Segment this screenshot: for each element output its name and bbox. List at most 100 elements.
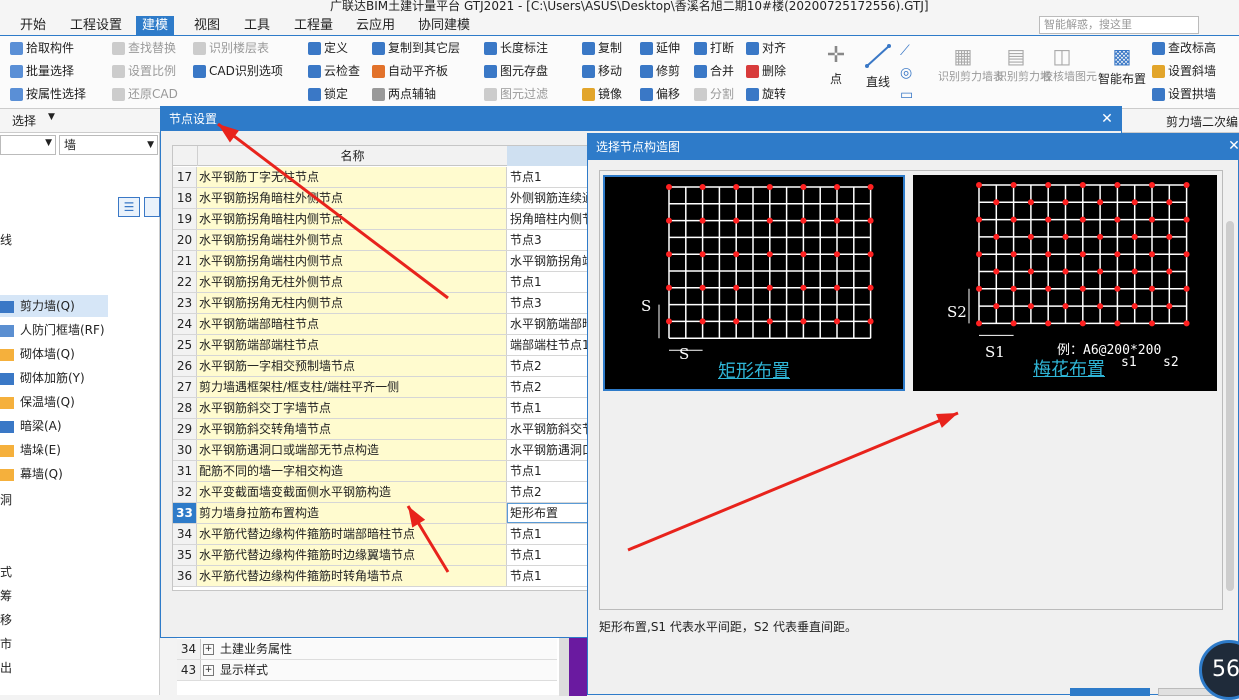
cloud-check-button[interactable]: 云检查 [308, 61, 360, 81]
tree-view-icon[interactable] [144, 197, 160, 217]
tree-item-wall-pier[interactable]: 墙垛(E) [0, 439, 61, 461]
node-value-cell[interactable]: 节点2 [507, 356, 591, 376]
align-button[interactable]: 对齐 [746, 38, 786, 58]
set-arch-wall-button[interactable]: 设置拱墙 [1152, 84, 1216, 104]
point-tool[interactable]: ✛ 点 [826, 42, 846, 87]
tree-item-civil-defense-wall[interactable]: 人防门框墙(RF) [0, 319, 105, 341]
mirror-button[interactable]: 镜像 [582, 84, 622, 104]
two-point-axis-button[interactable]: 两点辅轴 [372, 84, 436, 104]
lock-button[interactable]: 锁定 [308, 84, 348, 104]
define-button[interactable]: 定义 [308, 38, 348, 58]
plum-layout-option[interactable]: S2 S1 例：A6@200*200 s1 s2 梅花布置 [913, 175, 1217, 391]
tree-item-misc-4[interactable]: 出 [0, 657, 12, 679]
tree-item-masonry-rebar[interactable]: 砌体加筋(Y) [0, 367, 85, 389]
save-element-button[interactable]: 图元存盘 [484, 61, 548, 81]
table-row[interactable]: 34 水平筋代替边缘构件箍筋时端部暗柱节点 节点1 [173, 524, 591, 545]
select-by-attr-button[interactable]: 按属性选择 [10, 84, 86, 104]
move-button[interactable]: 移动 [582, 61, 622, 81]
table-row[interactable]: 26 水平钢筋一字相交预制墙节点 节点2 [173, 356, 591, 377]
tree-item-misc-3[interactable]: 市 [0, 633, 12, 655]
table-row[interactable]: 43 + 显示样式 [177, 660, 557, 681]
tree-item-hole[interactable]: 洞 [0, 489, 12, 511]
tree-item-misc-1[interactable]: 筹 [0, 585, 12, 607]
tab-modeling[interactable]: 建模 [136, 16, 175, 36]
expand-icon[interactable]: + [203, 665, 214, 676]
tree-item-misc-2[interactable]: 移 [0, 609, 12, 631]
find-replace-button[interactable]: 查找替换 [112, 38, 176, 58]
tab-tools[interactable]: 工具 [238, 16, 276, 36]
node-value-cell[interactable]: 节点1 [507, 461, 591, 481]
table-row[interactable]: 24水平钢筋端部暗柱节点水平钢筋端部暗柱 [173, 314, 591, 335]
tab-quantity[interactable]: 工程量 [288, 16, 339, 36]
table-row[interactable]: 31 配筋不同的墙一字相交构造 节点1 [173, 461, 591, 482]
identify-floor-table-button[interactable]: 识别楼层表 [193, 38, 269, 58]
node-value-cell[interactable]: 拐角暗柱内侧节点 [507, 209, 591, 229]
line-tool[interactable]: 直线 [862, 42, 894, 90]
tree-item-curtain-wall[interactable]: 幕墙(Q) [0, 463, 63, 485]
table-row[interactable]: 17 水平钢筋丁字无柱节点 节点1 [173, 167, 591, 188]
table-row[interactable]: 32 水平变截面墙变截面侧水平钢筋构造 节点2 [173, 482, 591, 503]
tree-item-insulation-wall[interactable]: 保温墙(Q) [0, 391, 75, 413]
node-value-cell[interactable]: 矩形布置 [507, 503, 591, 523]
table-row[interactable]: 20 水平钢筋拐角端柱外侧节点 节点3 [173, 230, 591, 251]
scrollbar[interactable] [1226, 221, 1234, 591]
tab-cloud[interactable]: 云应用 [350, 16, 401, 36]
rotate-button[interactable]: 旋转 [746, 84, 786, 104]
copy-to-floor-button[interactable]: 复制到其它层 [372, 38, 460, 58]
chevron-down-icon[interactable]: ▼ [48, 112, 55, 122]
restore-cad-button[interactable]: 还原CAD [112, 84, 178, 104]
batch-select-button[interactable]: 批量选择 [10, 61, 74, 81]
node-value-cell[interactable]: 节点1 [507, 167, 591, 187]
table-row[interactable]: 18水平钢筋拐角暗柱外侧节点外侧钢筋连续通过 [173, 188, 591, 209]
tree-item-masonry-wall[interactable]: 砌体墙(Q) [0, 343, 75, 365]
delete-button[interactable]: 删除 [746, 61, 786, 81]
set-scale-button[interactable]: 设置比例 [112, 61, 176, 81]
table-row[interactable]: 23 水平钢筋拐角无柱内侧节点 节点3 [173, 293, 591, 314]
table-row[interactable]: 36 水平筋代替边缘构件箍筋时转角墙节点 节点1 [173, 566, 591, 587]
smart-layout-button[interactable]: ▩ 智能布置 [1096, 42, 1148, 87]
table-row[interactable]: 35 水平筋代替边缘构件箍筋时边缘翼墙节点 节点1 [173, 545, 591, 566]
node-value-cell[interactable]: 节点2 [507, 377, 591, 397]
tab-project-settings[interactable]: 工程设置 [64, 16, 128, 36]
length-dim-button[interactable]: 长度标注 [484, 38, 548, 58]
tree-item-hidden-beam[interactable]: 暗梁(A) [0, 415, 62, 437]
draw-shape-tools[interactable]: ⟋ ◎ ▭ [900, 40, 920, 106]
element-filter-button[interactable]: 图元过滤 [484, 84, 548, 104]
edit-elevation-button[interactable]: 查改标高 [1152, 38, 1216, 58]
scrollbar[interactable] [559, 637, 569, 696]
node-value-cell[interactable]: 水平钢筋拐角端柱 [507, 251, 591, 271]
node-value-cell[interactable]: 节点1 [507, 398, 591, 418]
node-value-cell[interactable]: 外侧钢筋连续通过 [507, 188, 591, 208]
set-slant-wall-button[interactable]: 设置斜墙 [1152, 61, 1216, 81]
node-value-cell[interactable]: 水平钢筋遇洞口 [507, 440, 591, 460]
node-value-cell[interactable]: 节点1 [507, 272, 591, 292]
break-button[interactable]: 打断 [694, 38, 734, 58]
node-value-cell[interactable]: 节点1 [507, 524, 591, 544]
expand-icon[interactable]: + [203, 644, 214, 655]
type-combo[interactable]: 墙 ▼ [59, 135, 158, 155]
floor-combo[interactable]: ▼ [0, 135, 56, 155]
identify-wall-table-button[interactable]: ▦ 识别剪力墙表 [938, 42, 1004, 84]
table-row[interactable]: 27 剪力墙遇框架柱/框支柱/端柱平齐一侧 节点2 [173, 377, 591, 398]
extend-button[interactable]: 延伸 [640, 38, 680, 58]
node-value-cell[interactable]: 节点3 [507, 230, 591, 250]
tab-view[interactable]: 视图 [188, 16, 226, 36]
node-value-cell[interactable]: 节点2 [507, 482, 591, 502]
tree-item-shear-wall[interactable]: 剪力墙(Q) [0, 295, 108, 317]
offset-button[interactable]: 偏移 [640, 84, 680, 104]
node-value-cell[interactable]: 水平钢筋端部暗柱 [507, 314, 591, 334]
cad-options-button[interactable]: CAD识别选项 [193, 61, 283, 81]
node-value-cell[interactable]: 水平钢筋斜交节点 [507, 419, 591, 439]
split-button[interactable]: 分割 [694, 84, 734, 104]
table-row[interactable]: 21水平钢筋拐角端柱内侧节点水平钢筋拐角端柱 [173, 251, 591, 272]
table-row[interactable]: 22 水平钢筋拐角无柱外侧节点 节点1 [173, 272, 591, 293]
list-view-icon[interactable]: ☰ [118, 197, 140, 217]
check-wall-button[interactable]: ◫ 校核墙图元 [1042, 42, 1097, 84]
close-icon[interactable]: ✕ [1224, 134, 1239, 160]
copy-button[interactable]: 复制 [582, 38, 622, 58]
node-value-cell[interactable]: 端部端柱节点1 [507, 335, 591, 355]
trim-button[interactable]: 修剪 [640, 61, 680, 81]
table-row[interactable]: 28 水平钢筋斜交丁字墙节点 节点1 [173, 398, 591, 419]
node-value-cell[interactable]: 节点1 [507, 566, 591, 586]
tab-collab[interactable]: 协同建模 [412, 16, 476, 36]
